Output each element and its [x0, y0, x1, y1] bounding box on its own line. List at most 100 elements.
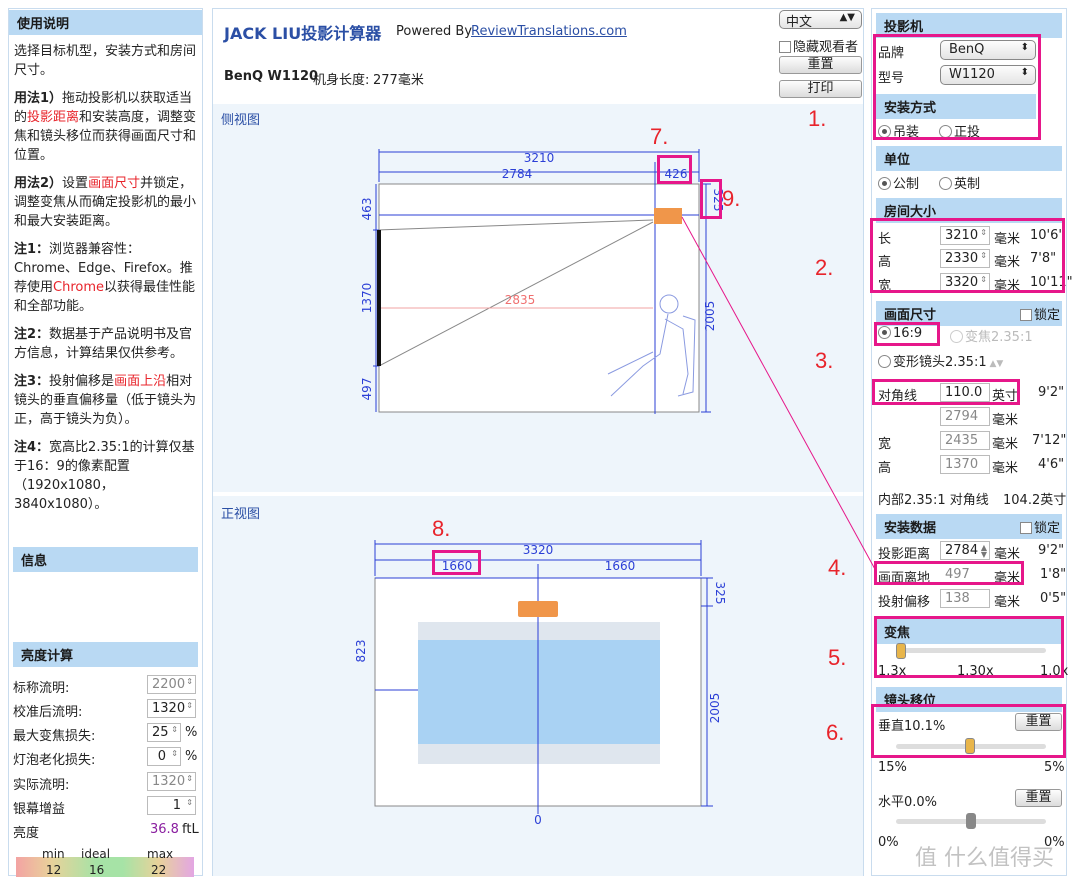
checkbox-icon[interactable] — [1019, 522, 1032, 534]
app-title: JACK LIU投影计算器 — [224, 24, 382, 43]
brightness-row-input: 1320 ⇕ — [147, 772, 196, 791]
watermark: 值 什么值得买 — [915, 846, 1054, 871]
side-diag-dim: 2835 — [505, 293, 536, 307]
brightness-row-input: 2200 ⇕ — [147, 675, 196, 694]
stepper-icon[interactable]: ⇕ — [171, 750, 178, 758]
projector-side-icon[interactable] — [654, 208, 682, 224]
hshift-reset-button[interactable]: 重置 — [1015, 789, 1062, 807]
info-header: 信息 — [13, 546, 198, 572]
usage-header: 使用说明 — [9, 9, 202, 35]
stepper-icon[interactable]: ▲ ▼ — [981, 544, 987, 559]
stepper-icon[interactable]: ⇕ — [186, 678, 193, 686]
stepper-icon[interactable]: ⇕ — [186, 799, 193, 807]
vshift-max: 5% — [1044, 760, 1065, 775]
unit-header: 单位 — [876, 145, 1062, 171]
highlight-side-proj-dim — [657, 155, 692, 184]
stepper-icon[interactable]: ⇕ — [171, 726, 178, 734]
install-lock-checkbox[interactable]: 锁定 — [1019, 517, 1060, 536]
usage-text: 选择目标机型，安装方式和房间尺寸。 用法1）拖动投影机以获取适当 的投影距离和安装… — [9, 35, 202, 521]
offset-label: 投射偏移 — [878, 595, 931, 610]
note-2: 注2：数据基于产品说明书及官 方信息，计算结果仅供参考。 — [14, 327, 193, 361]
radio-icon[interactable] — [939, 177, 952, 190]
powered-by: Powered By — [396, 24, 473, 39]
annotation-9: 9. — [722, 186, 741, 211]
scale-ideal: 16 — [89, 863, 105, 877]
radio-icon[interactable] — [878, 177, 891, 190]
annotation-5: 5. — [828, 645, 847, 670]
install-header-label: 安装数据 — [884, 521, 937, 536]
scale-ideal-label: ideal — [81, 847, 111, 861]
brightness-row-input[interactable]: 25 ⇕ — [147, 723, 181, 742]
projector-front-icon[interactable] — [518, 601, 558, 617]
hshift-slider-knob[interactable] — [966, 813, 976, 829]
annotation-8: 8. — [432, 516, 451, 541]
language-select[interactable]: 中文 ▲▼ — [779, 10, 862, 30]
brightness-value: 36.8 — [150, 822, 179, 837]
offset-field: 138 — [940, 589, 990, 608]
note-4: 注4：宽高比2.35:1的计算仅基 于16：9的像素配置 （1920x1080， 38… — [14, 440, 195, 512]
anamorphic-radio[interactable]: 变形镜头2.35:1 ▲▼ — [878, 351, 1003, 370]
inner-diag-value: 104.2英寸 — [1003, 493, 1067, 508]
side-mid-dim: 1370 — [360, 283, 374, 314]
brightness-label: 亮度 — [13, 826, 40, 841]
install-header: 安装数据 锁定 — [876, 513, 1062, 539]
highlight-side-top-dim — [700, 179, 722, 219]
brightness-row-label: 实际流明: — [13, 778, 70, 793]
brightness-row-label: 校准后流明: — [13, 705, 83, 720]
side-left-dim: 2784 — [502, 167, 533, 181]
model-length: 277毫米 — [373, 73, 424, 88]
scale-min-label: min — [42, 847, 65, 861]
powered-link[interactable]: ReviewTranslations.com — [471, 24, 627, 39]
throw-input[interactable]: 2784 ▲ ▼ — [940, 541, 990, 560]
highlight-aspect-ratio — [874, 322, 940, 346]
vshift-min: 15% — [878, 760, 907, 775]
highlight-front-left-dim — [432, 550, 481, 575]
unit-metric-radio[interactable]: 公制 — [878, 173, 919, 192]
highlight-diagonal — [872, 379, 1020, 405]
front-right-height-dim: 2005 — [708, 693, 722, 724]
side-top-dim: 463 — [360, 198, 374, 221]
radio-icon[interactable] — [950, 330, 963, 343]
scale-min: 12 — [46, 863, 62, 877]
brightness-row-unit: % — [185, 725, 198, 740]
model-name: BenQ W1120 — [224, 69, 319, 84]
usage-intro: 选择目标机型，安装方式和房间尺寸。 — [14, 44, 197, 78]
unit-imperial-radio[interactable]: 英制 — [939, 173, 980, 192]
annotation-4: 4. — [828, 555, 847, 580]
lock-label: 锁定 — [1033, 308, 1060, 323]
hshift-min: 0% — [878, 835, 899, 850]
stepper-icon[interactable]: ⇕ — [186, 775, 193, 783]
annotation-2: 2. — [815, 255, 834, 280]
checkbox-icon[interactable] — [1019, 309, 1032, 321]
checkbox-icon[interactable] — [779, 41, 791, 53]
front-zero-dim: 0 — [534, 813, 542, 827]
brightness-row-input[interactable]: 1 ⇕ — [147, 796, 196, 815]
annotation-3: 3. — [815, 348, 834, 373]
scale-max-label: max — [147, 847, 174, 861]
brightness-header: 亮度计算 — [13, 641, 198, 667]
front-right-dim: 1660 — [605, 559, 636, 573]
side-bottom-dim: 497 — [360, 378, 374, 401]
brightness-row-label: 银幕增益 — [13, 802, 66, 817]
diag-mm-field: 2794 — [940, 407, 990, 426]
stepper-icon[interactable]: ⇕ — [186, 702, 193, 710]
diag-imperial: 9'2" — [1038, 385, 1065, 400]
hide-viewer-checkbox[interactable]: 隐藏观看者 — [779, 36, 858, 55]
brightness-row-label: 灯泡老化损失: — [13, 753, 96, 768]
brightness-row-label: 最大变焦损失: — [13, 729, 96, 744]
anamorphic-label: 变形镜头2.35:1 — [893, 355, 987, 370]
brightness-row-input[interactable]: 0 ⇕ — [147, 747, 181, 766]
height-imperial: 4'6" — [1038, 457, 1065, 472]
brightness-row-input[interactable]: 1320 ⇕ — [147, 699, 196, 718]
reset-button[interactable]: 重置 — [779, 56, 862, 74]
annotation-1: 1. — [808, 106, 827, 131]
print-button[interactable]: 打印 — [779, 80, 862, 98]
height-field: 1370 — [940, 455, 990, 474]
ar-235-label: 变焦2.35:1 — [965, 330, 1033, 345]
front-height-dim: 823 — [354, 640, 368, 663]
lock-label: 锁定 — [1033, 521, 1060, 536]
screen-lock-checkbox[interactable]: 锁定 — [1019, 304, 1060, 323]
ar-235-radio[interactable]: 变焦2.35:1 — [950, 326, 1033, 345]
brightness-row-label: 标称流明: — [13, 681, 70, 696]
left-panel: 使用说明 选择目标机型，安装方式和房间尺寸。 用法1）拖动投影机以获取适当 的投影… — [8, 8, 203, 877]
